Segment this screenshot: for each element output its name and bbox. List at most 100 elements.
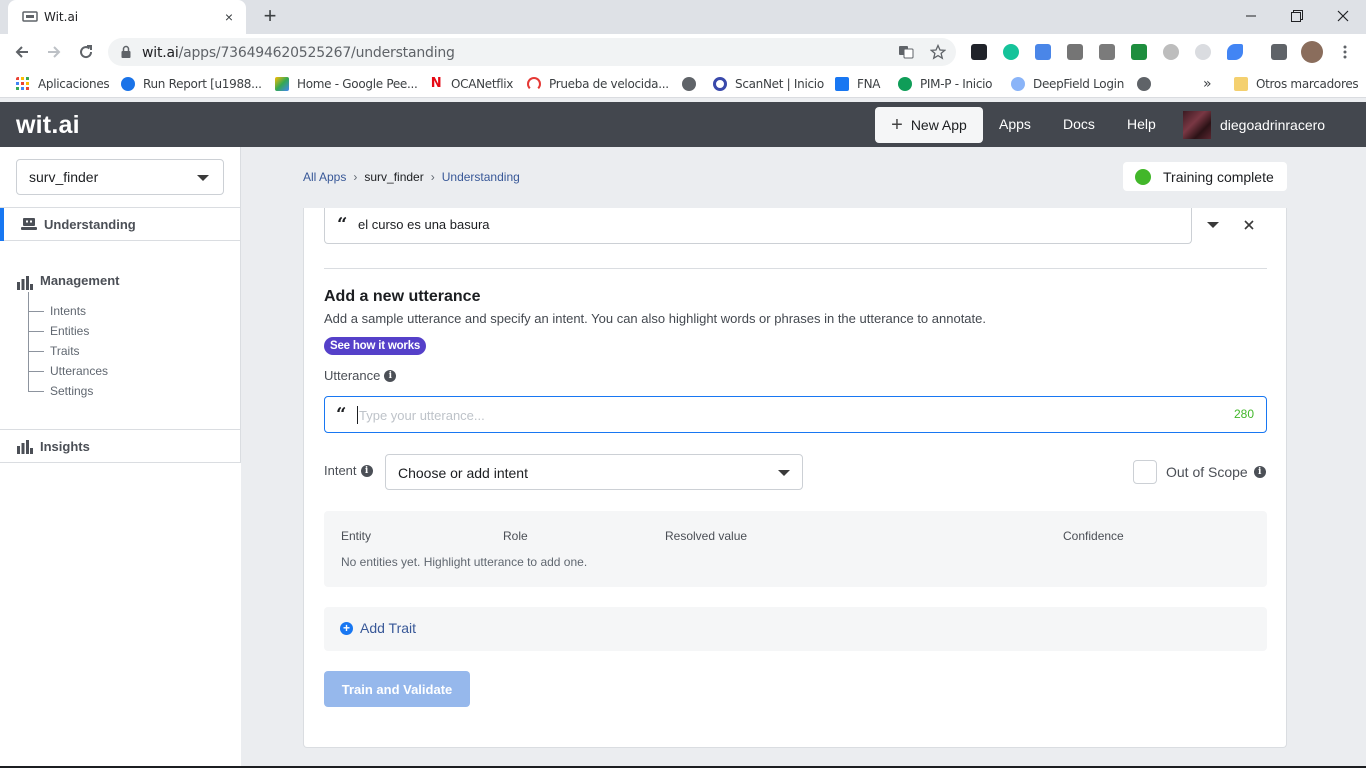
- reload-icon[interactable]: [74, 40, 98, 64]
- train-and-validate-button[interactable]: Train and Validate: [324, 671, 470, 707]
- add-trait-label: Add Trait: [360, 620, 417, 636]
- info-icon[interactable]: i: [384, 369, 397, 382]
- sidebar-item-label: Understanding: [44, 217, 136, 232]
- scannet-icon: [713, 77, 727, 91]
- minimize-icon[interactable]: [1228, 4, 1274, 28]
- bookmark-globe[interactable]: [682, 76, 696, 92]
- bookmark-speedtest[interactable]: Prueba de velocida...: [527, 76, 669, 92]
- see-how-it-works-button[interactable]: See how it works: [324, 337, 427, 355]
- expand-chevron-icon[interactable]: [1207, 222, 1219, 228]
- active-indicator: [0, 208, 4, 241]
- sidebar-item-intents[interactable]: Intents: [28, 301, 86, 321]
- sidebar-item-settings[interactable]: Settings: [28, 381, 93, 401]
- quote-icon: “: [337, 214, 348, 235]
- form-title: Add a new utterance: [324, 288, 481, 305]
- new-app-label: New App: [910, 117, 967, 133]
- tab-title: Wit.ai: [44, 10, 79, 24]
- bar-chart-icon: [17, 276, 33, 290]
- url-text: wit.ai/apps/736494620525267/understandin…: [142, 45, 455, 61]
- add-trait-button[interactable]: + Add Trait: [324, 607, 1267, 651]
- sidebar-section-management[interactable]: Management: [40, 273, 119, 288]
- netflix-icon: N: [430, 76, 442, 91]
- reading-list-icon[interactable]: [1271, 44, 1287, 60]
- sidebar-item-utterances[interactable]: Utterances: [28, 361, 108, 381]
- plus-icon: +: [891, 114, 903, 136]
- folder-icon: [1234, 77, 1248, 91]
- training-status-badge: Training complete: [1123, 162, 1287, 191]
- column-header-resolved-value: Resolved value: [665, 529, 748, 543]
- breadcrumb-all-apps[interactable]: All Apps: [303, 170, 346, 184]
- extension-green-icon[interactable]: [1131, 44, 1147, 60]
- bookmarks-overflow-button[interactable]: »: [1203, 76, 1212, 92]
- new-app-button[interactable]: + New App: [875, 107, 983, 143]
- bookmark-google-peering[interactable]: Home - Google Pee...: [275, 76, 418, 92]
- code-extension-icon[interactable]: [1099, 44, 1115, 60]
- bookmark-apps[interactable]: Aplicaciones: [16, 76, 110, 92]
- utterance-field[interactable]: “ 280: [324, 396, 1267, 433]
- lightning-extension-icon[interactable]: [1163, 44, 1179, 60]
- apps-grid-icon: [16, 77, 29, 90]
- info-icon[interactable]: i: [1253, 466, 1266, 478]
- intent-select[interactable]: Choose or add intent: [385, 454, 803, 490]
- utterance-input[interactable]: [357, 406, 1217, 424]
- breadcrumb-app[interactable]: surv_finder: [364, 170, 423, 184]
- column-header-entity: Entity: [341, 529, 372, 543]
- intent-select-value: Choose or add intent: [398, 465, 528, 481]
- close-window-icon[interactable]: [1320, 4, 1366, 28]
- sidebar-item-entities[interactable]: Entities: [28, 321, 89, 341]
- avatar: [1183, 111, 1211, 139]
- app-selector-value: surv_finder: [29, 169, 99, 185]
- restore-icon[interactable]: [1274, 4, 1320, 28]
- tab-close-icon[interactable]: ×: [220, 8, 238, 26]
- feather-extension-icon[interactable]: [1227, 44, 1243, 60]
- browser-tab[interactable]: Wit.ai ×: [8, 0, 246, 34]
- nav-apps-link[interactable]: Apps: [999, 116, 1031, 132]
- react-devtools-icon[interactable]: [971, 44, 987, 60]
- nav-help-link[interactable]: Help: [1127, 116, 1156, 132]
- sidebar-item-traits[interactable]: Traits: [28, 341, 80, 361]
- info-icon[interactable]: i: [360, 464, 373, 477]
- back-arrow-icon[interactable]: [10, 40, 34, 64]
- extension-blue-icon[interactable]: [1035, 44, 1051, 60]
- bookmark-scannet[interactable]: ScanNet | Inicio: [713, 76, 824, 92]
- bookmark-fna[interactable]: FNA: [835, 76, 881, 92]
- bookmark-other[interactable]: Otros marcadores: [1234, 76, 1359, 92]
- user-menu[interactable]: diegoadrinracero: [1183, 111, 1325, 139]
- chevron-right-icon: ›: [353, 170, 358, 184]
- bookmark-pim[interactable]: PIM-P - Inicio: [898, 76, 993, 92]
- sidebar-item-label: Insights: [40, 439, 90, 454]
- bookmark-oca-netflix[interactable]: N OCANetflix: [429, 76, 514, 92]
- new-tab-button[interactable]: +: [258, 5, 282, 28]
- lock-icon: [121, 45, 131, 58]
- bookmark-run-report[interactable]: Run Report [u1988...: [121, 76, 262, 92]
- forward-arrow-icon[interactable]: [42, 40, 66, 64]
- sharepoint-icon: [898, 77, 912, 91]
- utterance-card: “ el curso es una basura Add a new utter…: [303, 208, 1287, 748]
- bookmark-star-icon[interactable]: [930, 44, 946, 60]
- breadcrumb-understanding[interactable]: Understanding: [442, 170, 520, 184]
- bookmark-deepfield[interactable]: DeepField Login: [1011, 76, 1124, 92]
- previous-utterance-text: el curso es una basura: [358, 217, 490, 232]
- plus-circle-icon: +: [340, 622, 353, 635]
- bookmark-globe-2[interactable]: [1137, 76, 1151, 92]
- intent-label: Intent i: [324, 463, 373, 478]
- grammarly-icon[interactable]: [1003, 44, 1019, 60]
- wit-logo[interactable]: wit.ai: [16, 111, 80, 140]
- out-of-scope-label: Out of Scope i: [1166, 464, 1266, 480]
- profile-avatar-icon[interactable]: [1301, 41, 1323, 63]
- close-icon[interactable]: [1242, 218, 1256, 232]
- previous-utterance[interactable]: “ el curso es una basura: [324, 208, 1192, 244]
- entities-empty-message: No entities yet. Highlight utterance to …: [341, 555, 588, 569]
- chrome-menu-icon[interactable]: [1333, 40, 1357, 64]
- extension-circle-icon[interactable]: [1195, 44, 1211, 60]
- entities-table: Entity Role Resolved value Confidence No…: [324, 511, 1267, 587]
- out-of-scope-checkbox[interactable]: [1133, 460, 1157, 484]
- address-bar[interactable]: wit.ai/apps/736494620525267/understandin…: [108, 38, 956, 66]
- sidebar-item-insights[interactable]: Insights: [0, 429, 241, 463]
- app-selector[interactable]: surv_finder: [16, 159, 224, 195]
- extension-gray-icon[interactable]: [1067, 44, 1083, 60]
- sidebar-divider: [240, 147, 241, 463]
- translate-icon[interactable]: [898, 44, 914, 60]
- sidebar-item-understanding[interactable]: Understanding: [0, 207, 241, 241]
- nav-docs-link[interactable]: Docs: [1063, 116, 1095, 132]
